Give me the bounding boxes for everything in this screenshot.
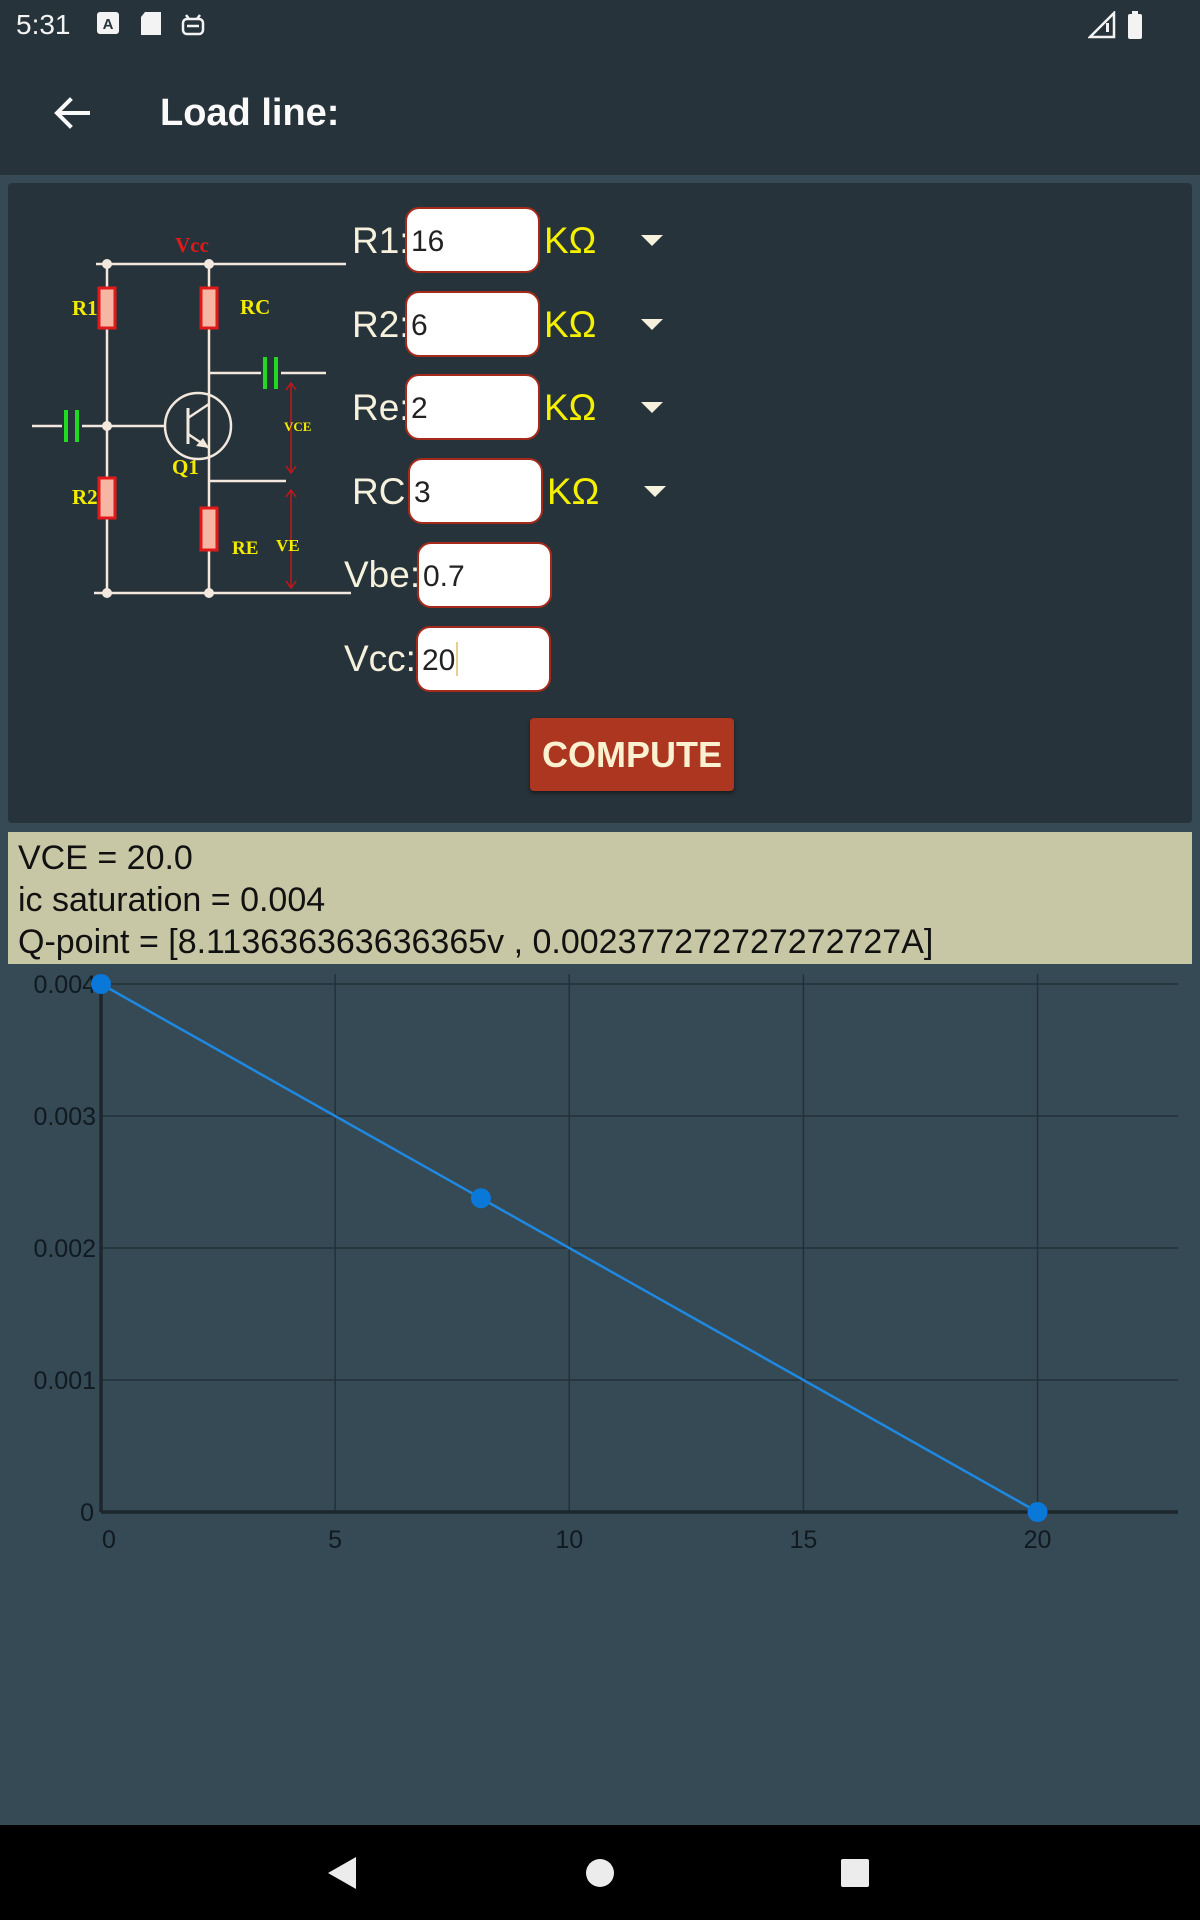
- results-box: VCE = 20.0 ic saturation = 0.004 Q-point…: [8, 832, 1192, 964]
- android-debug-icon: [181, 14, 205, 36]
- vbe-label-text: Vbe:: [344, 554, 421, 595]
- x-tick-label: 0: [102, 1526, 116, 1554]
- rc-unit: KΩ: [547, 471, 600, 512]
- vce-result: VCE = 20.0: [18, 839, 193, 877]
- navigation-bar: [0, 1825, 1200, 1920]
- text-cursor: [456, 642, 459, 677]
- rc-label-text: RC:: [352, 471, 416, 512]
- r1-label-text: R1:: [352, 220, 410, 261]
- status-bar: 5:31 A: [0, 0, 1200, 50]
- ve-label: VE: [276, 536, 300, 555]
- data-point: [1027, 1502, 1048, 1522]
- data-point: [470, 1188, 491, 1209]
- compute-button[interactable]: COMPUTE: [530, 718, 734, 791]
- x-tick-label: 5: [328, 1526, 342, 1554]
- y-tick-label: 0.003: [33, 1103, 96, 1131]
- y-tick-label: 0.001: [33, 1367, 96, 1395]
- r2-unit: KΩ: [544, 304, 597, 345]
- keyboard-notification-icon: A: [97, 12, 119, 34]
- svg-text:A: A: [103, 16, 114, 33]
- x-tick-label: 10: [555, 1526, 583, 1554]
- chart-axes: [99, 974, 1178, 1514]
- status-time: 5:31: [16, 9, 71, 40]
- battery-icon: [1128, 11, 1142, 39]
- y-tick-label: 0: [80, 1499, 94, 1527]
- x-tick-labels: 0 5 10 15 20: [102, 1526, 1051, 1554]
- ic-saturation-result: ic saturation = 0.004: [18, 881, 326, 919]
- y-tick-label: 0.004: [33, 971, 96, 999]
- x-tick-label: 15: [789, 1526, 817, 1554]
- rc-label: RC: [240, 295, 270, 319]
- rc-input[interactable]: 3: [408, 458, 543, 524]
- r2-label-text: R2:: [352, 304, 410, 345]
- nav-home-icon[interactable]: [585, 1858, 615, 1888]
- re-label: RE: [232, 538, 258, 559]
- r1-input[interactable]: 16: [405, 207, 540, 273]
- x-tick-label: 20: [1024, 1526, 1052, 1554]
- re-label-text: Re:: [352, 387, 410, 428]
- chart-grid: [101, 974, 1178, 1512]
- y-tick-labels: 0 0.001 0.002 0.003 0.004: [33, 971, 96, 1527]
- vcc-label-text: Vcc:: [344, 638, 416, 679]
- vcc-input[interactable]: 20: [416, 626, 551, 692]
- q1-label: Q1: [172, 455, 199, 479]
- r2-label: R2: [72, 485, 98, 509]
- nav-back-icon[interactable]: [326, 1855, 358, 1891]
- r2-unit-dropdown[interactable]: [641, 319, 663, 330]
- q-point-result: Q-point = [8.113636363636365v , 0.002377…: [18, 923, 934, 961]
- nav-recents-icon[interactable]: [841, 1859, 869, 1887]
- vcc-input-value: 20: [422, 644, 456, 677]
- data-point: [91, 974, 111, 994]
- rc-unit-dropdown[interactable]: [644, 486, 666, 497]
- y-tick-label: 0.002: [33, 1235, 96, 1263]
- r1-unit-dropdown[interactable]: [641, 235, 663, 246]
- re-input[interactable]: 2: [405, 374, 540, 440]
- vbe-input[interactable]: 0.7: [417, 542, 552, 608]
- sd-card-icon: [141, 12, 161, 35]
- page-title: Load line:: [160, 92, 340, 134]
- r1-unit: KΩ: [544, 220, 597, 261]
- r1-label: R1: [72, 296, 98, 320]
- back-arrow-icon[interactable]: [48, 88, 98, 138]
- load-line-chart: 0 5 10 15 20 0 0.001 0.002 0.003 0.004: [33, 971, 1178, 1554]
- r2-input[interactable]: 6: [405, 291, 540, 357]
- vce-label: VCE: [284, 419, 311, 434]
- signal-icon: [1088, 11, 1116, 39]
- re-unit: KΩ: [544, 387, 597, 428]
- vcc-label: Vcc: [175, 233, 209, 257]
- re-unit-dropdown[interactable]: [641, 402, 663, 413]
- app-bar: Load line:: [0, 50, 1200, 175]
- circuit-diagram: Vcc R1 RC R2 RE Q1 VCE VE: [32, 233, 351, 598]
